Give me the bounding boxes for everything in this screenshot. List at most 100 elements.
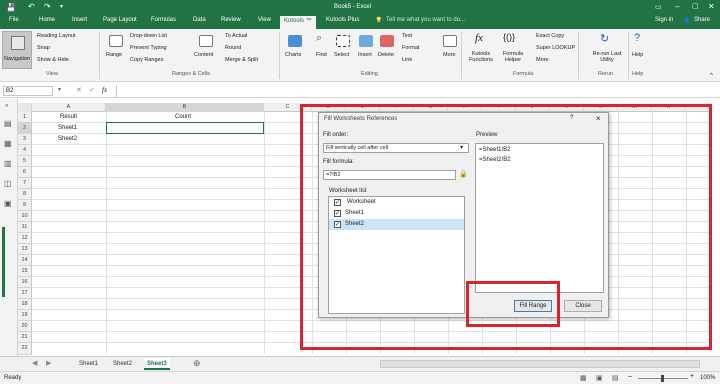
page-break-view-icon[interactable]: ▤ — [612, 374, 619, 382]
row-header[interactable]: 21 — [18, 332, 32, 343]
formula-input[interactable] — [116, 85, 716, 97]
close-button[interactable]: Close — [564, 300, 602, 312]
text-button[interactable]: Text — [402, 33, 412, 39]
scroll-left-icon[interactable]: ◀ — [32, 359, 37, 367]
show-hide-button[interactable]: Show & Hide — [37, 57, 69, 63]
formula-helper-icon[interactable]: {()} — [503, 32, 515, 42]
delete-icon[interactable] — [380, 35, 394, 47]
undo-icon[interactable]: ↶ — [28, 2, 35, 11]
name-box-dropdown-icon[interactable]: ▾ — [58, 86, 61, 93]
scroll-right-icon[interactable]: ▶ — [46, 359, 51, 367]
select-icon[interactable] — [336, 35, 350, 47]
row-header[interactable]: 13 — [18, 244, 32, 255]
maximize-icon[interactable]: ▢ — [692, 2, 699, 10]
row-header[interactable]: 11 — [18, 222, 32, 233]
sheet-tab-sheet3[interactable]: Sheet3 — [144, 358, 170, 370]
row-header[interactable]: 16 — [18, 277, 32, 288]
range-button[interactable]: Range — [106, 52, 122, 58]
row-header[interactable]: 19 — [18, 310, 32, 321]
enter-icon[interactable]: ✓ — [89, 86, 95, 94]
expand-pane-icon[interactable]: » — [5, 103, 8, 109]
lock-icon[interactable]: 🔒 — [459, 170, 468, 178]
row-header[interactable]: 8 — [18, 189, 32, 200]
insert-icon[interactable] — [359, 35, 373, 47]
content-button[interactable]: Content — [194, 52, 213, 58]
cancel-icon[interactable]: ✕ — [76, 86, 82, 94]
row-header[interactable]: 15 — [18, 266, 32, 277]
minimize-icon[interactable]: – — [675, 2, 679, 11]
prevent-typing-button[interactable]: Prevent Typing — [130, 45, 167, 51]
super-lookup-button[interactable]: Super LOOKUP — [536, 45, 575, 51]
workbook-icon[interactable]: ▤ — [4, 119, 12, 128]
tab-page-layout[interactable]: Page Layout — [103, 17, 137, 23]
share-button[interactable]: Share — [694, 17, 710, 23]
dialog-close-icon[interactable]: × — [596, 114, 601, 123]
round-button[interactable]: Round — [225, 45, 241, 51]
sign-in-link[interactable]: Sign in — [655, 17, 673, 23]
snap-button[interactable]: Snap — [37, 45, 50, 51]
more-button[interactable]: More — [443, 52, 456, 58]
autotext-icon[interactable]: ◫ — [4, 179, 12, 188]
cell-b1[interactable]: Count — [175, 114, 191, 120]
normal-view-icon[interactable]: ▦ — [580, 374, 587, 382]
rerun-icon[interactable]: ↻ — [600, 32, 609, 45]
column-header[interactable]: B — [106, 103, 264, 112]
tab-kutools[interactable]: Kutools ™ — [280, 16, 316, 29]
name-box[interactable]: B2 — [3, 86, 53, 96]
zoom-in-icon[interactable]: + — [690, 373, 694, 380]
kutools-functions-icon[interactable]: fx — [475, 32, 483, 44]
zoom-out-icon[interactable]: – — [628, 373, 632, 380]
find-button[interactable]: Find — [316, 52, 327, 58]
delete-button[interactable]: Delete — [378, 52, 394, 58]
close-window-icon[interactable]: ✕ — [708, 2, 715, 11]
row-header[interactable]: 18 — [18, 299, 32, 310]
column-list-icon[interactable]: ▣ — [4, 199, 12, 208]
tab-data[interactable]: Data — [193, 17, 206, 23]
row-header[interactable]: 6 — [18, 167, 32, 178]
worksheet-checkbox[interactable]: ✓ — [334, 210, 341, 217]
range-icon[interactable] — [109, 35, 123, 47]
row-header[interactable]: 7 — [18, 178, 32, 189]
formula-helper-button[interactable]: Formula Helper — [498, 51, 528, 63]
copy-ranges-button[interactable]: Copy Ranges — [130, 57, 163, 63]
zoom-level[interactable]: 100% — [700, 375, 715, 381]
list-item[interactable]: ✓ Worksheet — [329, 197, 464, 208]
sheet-tab-sheet1[interactable]: Sheet1 — [76, 358, 101, 370]
dropdown-list-button[interactable]: Drop-down List — [130, 33, 167, 39]
select-button[interactable]: Select — [334, 52, 349, 58]
sheets-icon[interactable]: ▦ — [4, 139, 12, 148]
row-header[interactable]: 4 — [18, 145, 32, 156]
row-header[interactable]: 9 — [18, 200, 32, 211]
page-layout-view-icon[interactable]: ▣ — [596, 374, 603, 382]
row-header[interactable]: 2 — [18, 123, 32, 134]
row-header[interactable]: 20 — [18, 321, 32, 332]
more-icon[interactable] — [443, 35, 457, 47]
tab-file[interactable]: File — [9, 17, 19, 23]
worksheet-checkbox[interactable]: ✓ — [334, 221, 341, 228]
cell-a1[interactable]: Result — [60, 114, 77, 120]
save-icon[interactable]: 💾 — [6, 3, 16, 12]
row-header[interactable]: 12 — [18, 233, 32, 244]
collapse-ribbon-icon[interactable]: ^ — [710, 73, 713, 79]
find-icon[interactable]: ⌕ — [316, 32, 322, 45]
tab-insert[interactable]: Insert — [72, 17, 87, 23]
help-icon[interactable]: ? — [634, 32, 640, 44]
tab-review[interactable]: Review — [221, 17, 241, 23]
quick-access-dropdown-icon[interactable]: ▾ — [60, 3, 63, 10]
horizontal-scrollbar[interactable] — [380, 360, 700, 368]
ribbon-options-icon[interactable]: ▭ — [655, 3, 662, 11]
help-button[interactable]: Help — [632, 52, 643, 58]
add-sheet-icon[interactable]: ⊕ — [193, 358, 201, 369]
merge-split-button[interactable]: Merge & Split — [225, 57, 258, 63]
content-icon[interactable] — [199, 35, 213, 47]
list-item[interactable]: ✓ Sheet1 — [329, 208, 464, 219]
exact-copy-button[interactable]: Exact Copy — [536, 33, 564, 39]
charts-button[interactable]: Charts — [285, 52, 301, 58]
fill-order-select[interactable]: Fill vertically cell after cell — [323, 143, 469, 153]
zoom-slider-thumb[interactable] — [661, 375, 664, 382]
row-header[interactable]: 14 — [18, 255, 32, 266]
tab-formulas[interactable]: Formulas — [151, 17, 176, 23]
redo-icon[interactable]: ↷ — [44, 2, 51, 11]
fx-icon[interactable]: fx — [102, 86, 107, 94]
more-formula-button[interactable]: More — [536, 57, 549, 63]
